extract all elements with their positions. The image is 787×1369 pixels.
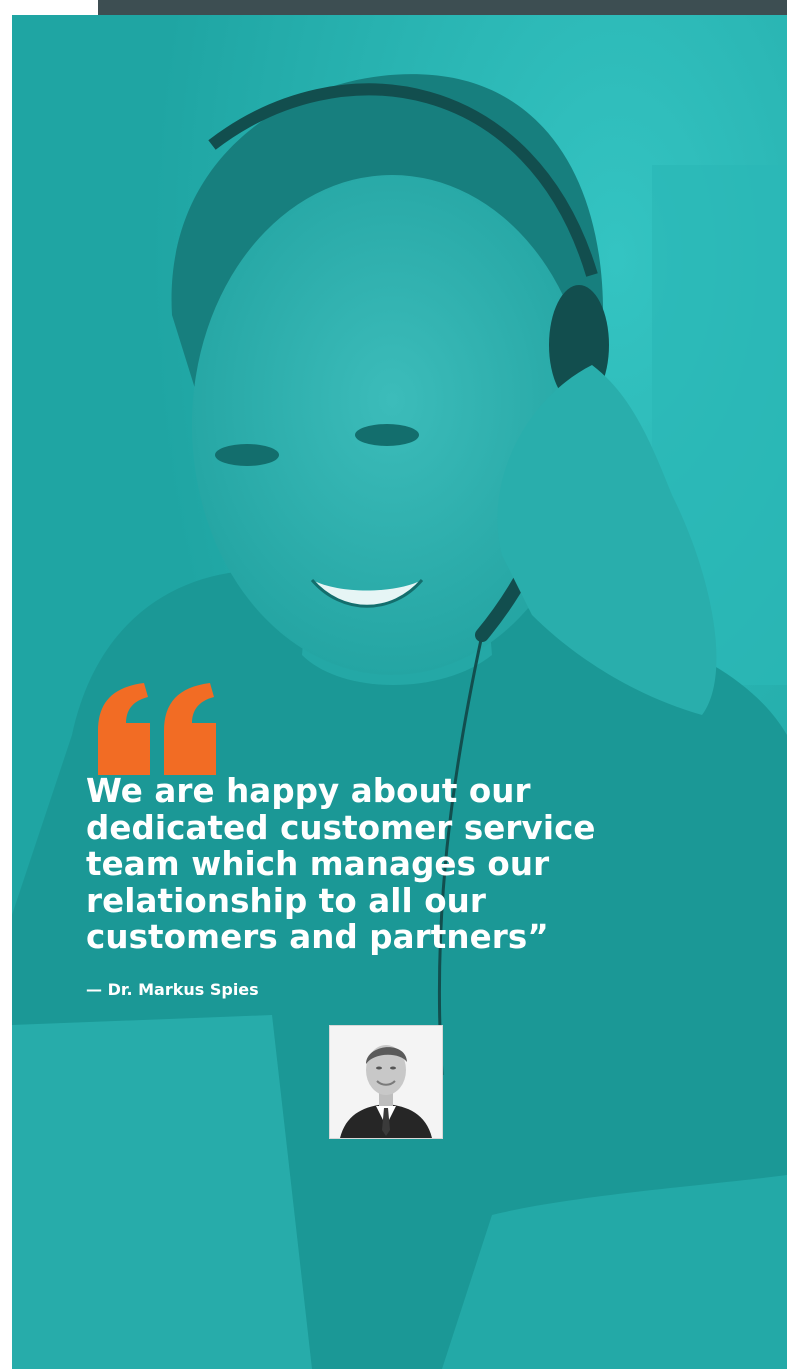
quote-line: relationship to all our — [86, 881, 486, 920]
testimonial-page: We are happy about our dedicated custome… — [0, 0, 787, 1369]
opening-quote-icon — [98, 683, 216, 775]
top-bar — [98, 0, 787, 15]
quote-line: team which manages our — [86, 845, 550, 883]
quote-line: dedicated customer service — [86, 808, 596, 847]
author-portrait — [329, 1025, 443, 1139]
quote-attribution: — Dr. Markus Spies — [86, 980, 259, 999]
testimonial-quote: We are happy about our dedicated custome… — [86, 773, 646, 956]
hero-banner — [12, 15, 787, 1369]
quote-line: We are happy about our — [86, 772, 531, 810]
quote-line: customers and partners” — [86, 918, 549, 956]
